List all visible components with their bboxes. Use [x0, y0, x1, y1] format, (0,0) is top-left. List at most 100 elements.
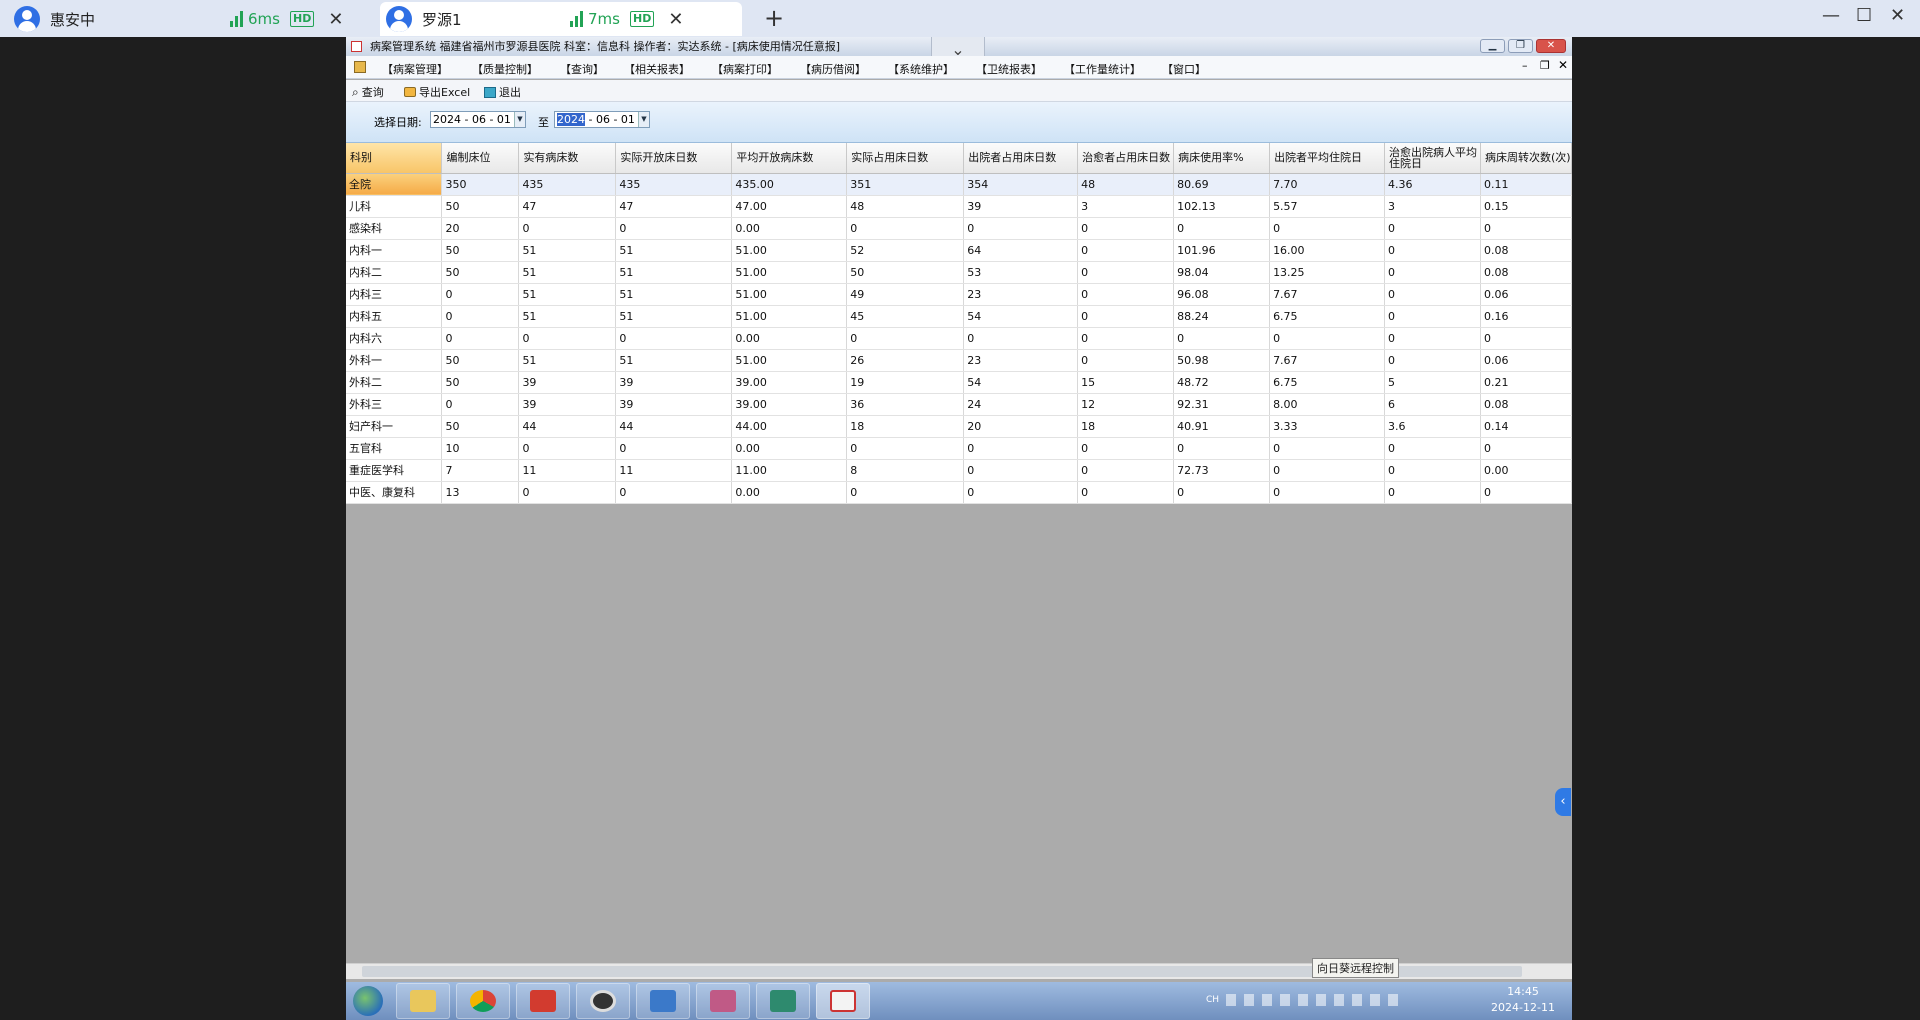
value-cell[interactable]: 0 — [1269, 459, 1385, 482]
department-cell[interactable]: 妇产科一 — [346, 415, 443, 438]
value-cell[interactable]: 13 — [441, 481, 520, 504]
value-cell[interactable]: 88.24 — [1173, 305, 1271, 328]
export-excel-button[interactable]: 导出Excel — [404, 84, 470, 100]
table-row[interactable]: 外科一 50 51 51 51.00 26 23 0 50.98 7.67 0 0.06 — [346, 349, 1572, 372]
value-cell[interactable]: 0.11 — [1480, 173, 1572, 196]
value-cell[interactable]: 0 — [1384, 437, 1481, 460]
value-cell[interactable]: 92.31 — [1173, 393, 1271, 416]
app-restore-button[interactable]: ❐ — [1508, 39, 1533, 53]
value-cell[interactable]: 0 — [615, 327, 733, 350]
department-cell[interactable]: 五官科 — [346, 437, 443, 460]
query-button[interactable]: ⌕ 查询 — [352, 84, 384, 100]
value-cell[interactable]: 0 — [1384, 239, 1481, 262]
value-cell[interactable]: 51 — [615, 261, 733, 284]
value-cell[interactable]: 0 — [1077, 459, 1175, 482]
column-header[interactable]: 出院者平均住院日 — [1269, 143, 1385, 174]
menu-window[interactable]: 【窗口】 — [1162, 61, 1206, 77]
value-cell[interactable]: 39.00 — [731, 393, 848, 416]
value-cell[interactable]: 351 — [846, 173, 965, 196]
chevron-down-icon[interactable]: ▼ — [638, 112, 649, 127]
value-cell[interactable]: 4.36 — [1384, 173, 1481, 196]
value-cell[interactable]: 0 — [963, 437, 1079, 460]
close-icon[interactable]: ✕ — [328, 9, 343, 30]
value-cell[interactable]: 50 — [846, 261, 965, 284]
table-row[interactable]: 重症医学科 7 11 11 11.00 8 0 0 72.73 0 0 0.00 — [346, 459, 1572, 482]
value-cell[interactable]: 51.00 — [731, 305, 848, 328]
department-cell[interactable]: 内科六 — [346, 327, 443, 350]
value-cell[interactable]: 11 — [615, 459, 733, 482]
column-header[interactable]: 实际占用床日数 — [846, 143, 965, 174]
department-cell[interactable]: 中医、康复科 — [346, 481, 443, 504]
minimize-icon[interactable]: — — [1822, 5, 1840, 26]
value-cell[interactable]: 11.00 — [731, 459, 848, 482]
value-cell[interactable]: 51.00 — [731, 239, 848, 262]
value-cell[interactable]: 50 — [441, 195, 520, 218]
value-cell[interactable]: 39 — [518, 393, 617, 416]
value-cell[interactable]: 0 — [846, 481, 965, 504]
value-cell[interactable]: 0.14 — [1480, 415, 1572, 438]
value-cell[interactable]: 0 — [1173, 481, 1271, 504]
value-cell[interactable]: 7.67 — [1269, 283, 1385, 306]
value-cell[interactable]: 0 — [1384, 327, 1481, 350]
value-cell[interactable]: 50 — [441, 371, 520, 394]
value-cell[interactable]: 0 — [1480, 437, 1572, 460]
value-cell[interactable]: 98.04 — [1173, 261, 1271, 284]
value-cell[interactable]: 49 — [846, 283, 965, 306]
value-cell[interactable]: 0 — [1077, 481, 1175, 504]
value-cell[interactable]: 39.00 — [731, 371, 848, 394]
value-cell[interactable]: 51 — [615, 239, 733, 262]
value-cell[interactable]: 48 — [846, 195, 965, 218]
value-cell[interactable]: 7.67 — [1269, 349, 1385, 372]
department-cell[interactable]: 儿科 — [346, 195, 443, 218]
value-cell[interactable]: 20 — [963, 415, 1079, 438]
exit-button[interactable]: 退出 — [484, 84, 521, 100]
value-cell[interactable]: 0 — [1384, 261, 1481, 284]
start-date-picker[interactable]: 2024 - 06 - 01 ▼ — [430, 111, 526, 128]
value-cell[interactable]: 0.16 — [1480, 305, 1572, 328]
value-cell[interactable]: 51.00 — [731, 283, 848, 306]
department-cell[interactable]: 内科一 — [346, 239, 443, 262]
table-row[interactable]: 内科二 50 51 51 51.00 50 53 0 98.04 13.25 0 0.08 — [346, 261, 1572, 284]
value-cell[interactable]: 54 — [963, 371, 1079, 394]
value-cell[interactable]: 11 — [518, 459, 617, 482]
value-cell[interactable]: 0 — [1269, 217, 1385, 240]
value-cell[interactable]: 51 — [518, 305, 617, 328]
value-cell[interactable]: 0.08 — [1480, 239, 1572, 262]
menu-workload-statistics[interactable]: 【工作量统计】 — [1064, 61, 1141, 77]
value-cell[interactable]: 13.25 — [1269, 261, 1385, 284]
value-cell[interactable]: 51 — [518, 239, 617, 262]
value-cell[interactable]: 0.06 — [1480, 283, 1572, 306]
value-cell[interactable]: 40.91 — [1173, 415, 1271, 438]
menu-app-icon[interactable] — [354, 61, 366, 73]
value-cell[interactable]: 0 — [1384, 283, 1481, 306]
value-cell[interactable]: 52 — [846, 239, 965, 262]
value-cell[interactable]: 0 — [1077, 437, 1175, 460]
value-cell[interactable]: 0 — [1173, 327, 1271, 350]
department-cell[interactable]: 外科二 — [346, 371, 443, 394]
value-cell[interactable]: 0 — [615, 481, 733, 504]
value-cell[interactable]: 0 — [1384, 481, 1481, 504]
value-cell[interactable]: 0 — [1480, 481, 1572, 504]
value-cell[interactable]: 8.00 — [1269, 393, 1385, 416]
value-cell[interactable]: 51 — [518, 261, 617, 284]
taskbar-explorer[interactable] — [396, 983, 450, 1019]
value-cell[interactable]: 0 — [518, 437, 617, 460]
column-header[interactable]: 病床使用率% — [1173, 143, 1271, 174]
value-cell[interactable]: 8 — [846, 459, 965, 482]
value-cell[interactable]: 51 — [518, 349, 617, 372]
value-cell[interactable]: 16.00 — [1269, 239, 1385, 262]
value-cell[interactable]: 0.15 — [1480, 195, 1572, 218]
value-cell[interactable]: 15 — [1077, 371, 1175, 394]
value-cell[interactable]: 0.00 — [731, 217, 848, 240]
menu-record-print[interactable]: 【病案打印】 — [712, 61, 778, 77]
value-cell[interactable]: 44.00 — [731, 415, 848, 438]
value-cell[interactable]: 80.69 — [1173, 173, 1271, 196]
value-cell[interactable]: 48 — [1077, 173, 1175, 196]
value-cell[interactable]: 0.00 — [731, 481, 848, 504]
value-cell[interactable]: 51 — [615, 283, 733, 306]
side-panel-toggle-icon[interactable]: ‹ — [1555, 788, 1571, 816]
table-row[interactable]: 内科五 0 51 51 51.00 45 54 0 88.24 6.75 0 0.16 — [346, 305, 1572, 328]
tab-luoyuan[interactable]: 罗源1 7ms HD ✕ — [380, 2, 742, 36]
value-cell[interactable]: 10 — [441, 437, 520, 460]
column-header[interactable]: 科别 — [346, 143, 443, 174]
